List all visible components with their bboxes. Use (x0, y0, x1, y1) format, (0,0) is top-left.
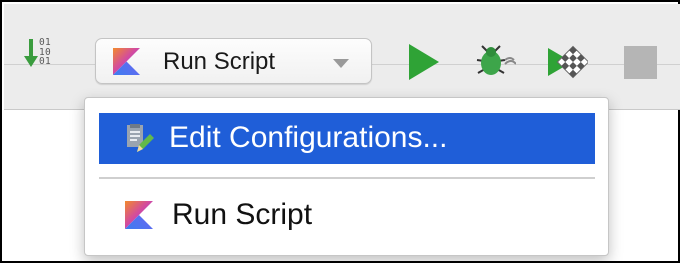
menu-item-edit-configurations[interactable]: Edit Configurations... (99, 113, 595, 164)
sort-bits-text: 01 10 01 (39, 38, 51, 67)
debug-button[interactable] (474, 40, 516, 84)
chevron-down-icon (333, 59, 349, 68)
down-arrow-icon (24, 39, 38, 67)
ide-window: 01 10 01 Run Script Edit Configurations.… (0, 0, 680, 263)
run-button[interactable] (407, 42, 441, 82)
run-configuration-menu: Edit Configurations... Run Script (84, 97, 609, 256)
stop-icon[interactable] (624, 46, 657, 79)
sort-bit-line: 01 (39, 56, 52, 67)
play-icon (409, 44, 439, 80)
bug-icon (476, 45, 516, 75)
kotlin-icon (113, 48, 140, 75)
menu-item-label: Edit Configurations... (169, 121, 448, 154)
menu-separator (99, 177, 595, 179)
kotlin-icon (125, 201, 153, 229)
run-configuration-label: Run Script (163, 48, 276, 75)
menu-item-run-script[interactable]: Run Script (99, 190, 595, 241)
run-configuration-dropdown[interactable]: Run Script (95, 38, 372, 84)
run-with-coverage-button[interactable] (544, 40, 588, 84)
coverage-icon (548, 45, 588, 79)
edit-configurations-icon (127, 124, 154, 152)
menu-item-label: Run Script (172, 198, 313, 231)
sort-bits-icon[interactable]: 01 10 01 (24, 38, 58, 69)
